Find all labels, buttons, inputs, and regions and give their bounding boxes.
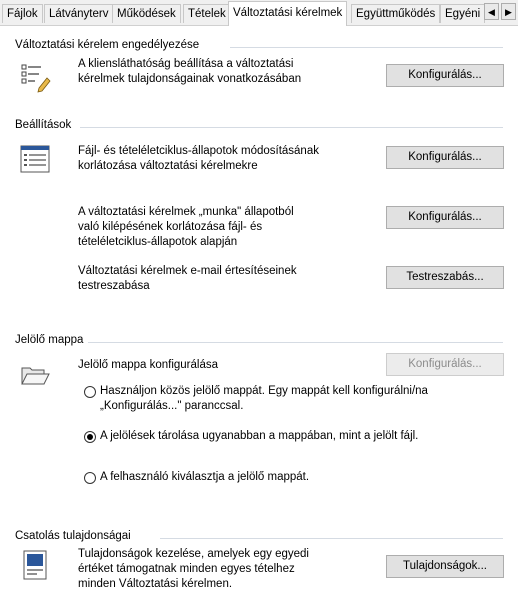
email-notification-description: Változtatási kérelmek e-mail értesítései… (78, 264, 297, 294)
radio-option-user-selects-label: A felhasználó kiválasztja a jelölő mappá… (100, 471, 310, 483)
email-customize-button[interactable]: Testreszabás... (386, 266, 504, 289)
section-divider (160, 538, 503, 539)
tab-scroll-right-icon[interactable]: ▶ (501, 3, 516, 20)
tab-custom[interactable]: Egyéni (440, 4, 486, 23)
lifecycle-configure-button[interactable]: Konfigurálás... (386, 146, 504, 169)
section-divider (88, 342, 503, 343)
work-state-desc-line1: A változtatási kérelmek „munka" állapotb… (78, 206, 294, 218)
section-divider (80, 127, 503, 128)
property-card-icon (23, 550, 47, 580)
client-visibility-description: A kliensláthatóság beállítása a változta… (78, 57, 301, 87)
tab-visualization[interactable]: Látványterv (44, 4, 114, 23)
lifecycle-restriction-description: Fájl- és tételéletciklus-állapotok módos… (78, 144, 319, 174)
shared-folder-label-line2: „Konfigurálás..." paranccsal. (100, 400, 244, 412)
work-state-restriction-description: A változtatási kérelmek „munka" állapotb… (78, 205, 294, 250)
client-visibility-configure-button[interactable]: Konfigurálás... (386, 64, 504, 87)
radio-button-selected[interactable] (84, 431, 96, 443)
work-state-configure-button[interactable]: Konfigurálás... (386, 206, 504, 229)
tab-collaboration[interactable]: Együttműködés (351, 4, 441, 23)
attachment-desc-line2: értéket támogatnak minden egyes tételhez (78, 563, 295, 575)
tab-files[interactable]: Fájlok (2, 4, 43, 23)
tab-strip: Fájlok Látványterv Működések Tételek Vál… (0, 0, 518, 26)
tab-scroll-left-icon[interactable]: ◀ (484, 3, 499, 20)
radio-option-user-selects[interactable]: A felhasználó kiválasztja a jelölő mappá… (84, 470, 309, 485)
attachment-properties-button[interactable]: Tulajdonságok... (386, 555, 504, 578)
checklist-pencil-icon (21, 64, 51, 93)
attachment-desc-line3: minden Változtatási kérelmen. (78, 578, 233, 590)
radio-button[interactable] (84, 472, 96, 484)
section-divider (230, 47, 503, 48)
radio-option-same-folder[interactable]: A jelölések tárolása ugyanabban a mappáb… (84, 429, 418, 444)
folder-icon (21, 367, 50, 385)
attachment-desc-line1: Tulajdonságok kezelése, amelyek egy egye… (78, 548, 309, 560)
markup-folder-configure-button[interactable]: Konfigurálás... (386, 353, 504, 376)
tab-items[interactable]: Tételek (183, 4, 231, 23)
change-orders-panel: Változtatási kérelem engedélyezése A kli… (0, 26, 518, 615)
email-desc-line2: testreszabása (78, 280, 150, 292)
tab-change-orders[interactable]: Változtatási kérelmek (228, 1, 348, 26)
radio-button[interactable] (84, 386, 96, 398)
work-state-desc-line3: tételéletciklus-állapotok alapján (78, 236, 238, 248)
lifecycle-desc-line1: Fájl- és tételéletciklus-állapotok módos… (78, 145, 319, 157)
section-title-settings: Beállítások (15, 119, 72, 131)
section-title-client-visibility: Változtatási kérelem engedélyezése (15, 39, 200, 51)
email-desc-line1: Változtatási kérelmek e-mail értesítései… (78, 265, 297, 277)
section-title-markup-folder: Jelölő mappa (15, 334, 84, 346)
markup-folder-description: Jelölő mappa konfigurálása (78, 359, 219, 371)
section-title-attachment-properties: Csatolás tulajdonságai (15, 530, 131, 542)
radio-option-shared-folder[interactable]: Használjon közös jelölő mappát. Egy mapp… (84, 384, 428, 414)
tab-behaviors[interactable]: Működések (112, 4, 181, 23)
radio-option-shared-folder-label: Használjon közös jelölő mappát. Egy mapp… (100, 384, 428, 414)
shared-folder-label-line1: Használjon közös jelölő mappát. Egy mapp… (100, 385, 428, 397)
radio-option-same-folder-label: A jelölések tárolása ugyanabban a mappáb… (100, 430, 419, 442)
lifecycle-desc-line2: korlátozása változtatási kérelmekre (78, 160, 258, 172)
attachment-properties-description: Tulajdonságok kezelése, amelyek egy egye… (78, 547, 309, 592)
client-visibility-desc-line1: A kliensláthatóság beállítása a változta… (78, 58, 294, 70)
work-state-desc-line2: való kilépésének korlátozása fájl- és (78, 221, 263, 233)
tab-scroll-controls: ◀ ▶ (484, 3, 516, 20)
client-visibility-desc-line2: kérelmek tulajdonságainak vonatkozásában (78, 73, 302, 85)
list-settings-icon (20, 145, 50, 173)
